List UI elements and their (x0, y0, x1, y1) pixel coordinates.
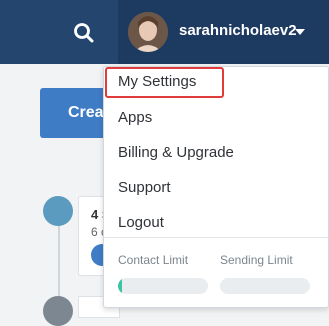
email-icon (43, 296, 73, 326)
user-menu-toggle[interactable]: sarahnicholaev2 (118, 0, 329, 64)
top-navigation-bar: sarahnicholaev2 (0, 0, 329, 64)
contact-limit-bar (118, 278, 208, 294)
contacts-icon (43, 196, 73, 226)
menu-item-my-settings[interactable]: My Settings (118, 73, 196, 90)
contact-limit-fill (118, 278, 122, 294)
caret-down-icon[interactable] (295, 29, 305, 35)
menu-item-logout[interactable]: Logout (118, 214, 164, 231)
contact-limit-label: Contact Limit (118, 253, 189, 267)
user-dropdown-menu: My Settings Apps Billing & Upgrade Suppo… (103, 66, 329, 308)
menu-item-billing-upgrade[interactable]: Billing & Upgrade (118, 144, 234, 161)
menu-item-support[interactable]: Support (118, 179, 171, 196)
avatar (128, 12, 168, 52)
sending-limit-label: Sending Limit (220, 253, 293, 267)
menu-item-apps[interactable]: Apps (118, 109, 152, 126)
search-icon[interactable] (72, 21, 96, 45)
username[interactable]: sarahnicholaev2 (179, 22, 297, 39)
menu-divider (104, 237, 328, 238)
sending-limit-bar (220, 278, 310, 294)
